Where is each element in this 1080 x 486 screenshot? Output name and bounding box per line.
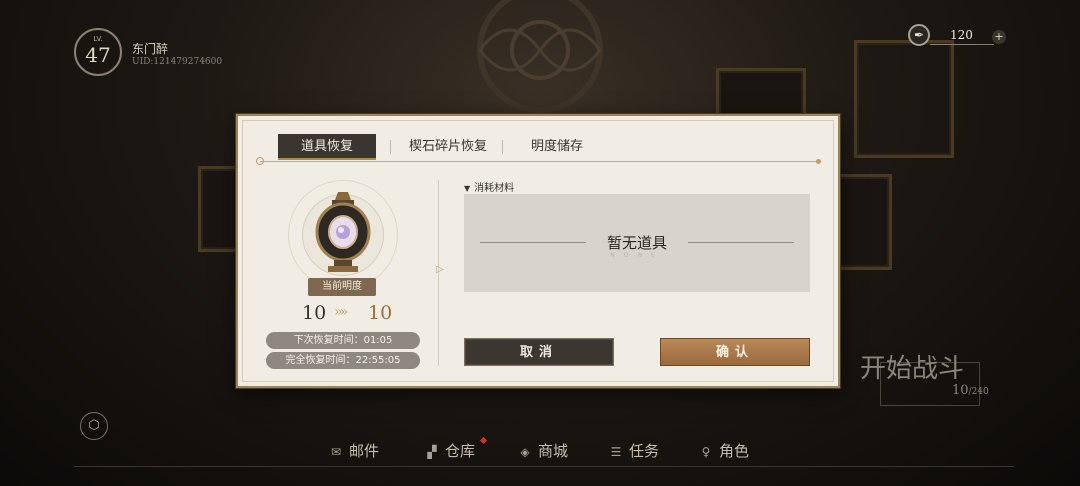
brightness-values: 10 »» 10: [278, 302, 408, 326]
nav-label-character: 角色: [719, 442, 750, 460]
nav-item-tasks[interactable]: ☰ 任务: [608, 438, 659, 464]
warehouse-icon: ▞: [427, 445, 437, 459]
character-icon: ♀: [701, 445, 711, 459]
tab-underline: [260, 161, 820, 162]
stamina-current: 10: [952, 383, 969, 398]
add-currency-button[interactable]: +: [992, 30, 1006, 44]
level-ring: LV. 47: [74, 28, 122, 76]
player-uid: UID:121479274600: [132, 57, 223, 67]
tab-item-restore[interactable]: 道具恢复: [278, 134, 376, 160]
nav-item-mail[interactable]: ✉ 邮件: [328, 438, 379, 464]
nav-label-mail: 邮件: [349, 442, 380, 460]
nav-item-warehouse[interactable]: ▞ 仓库: [424, 438, 475, 464]
currency-display: ✒ 120 +: [908, 24, 1008, 48]
tab-divider: [390, 140, 391, 154]
materials-empty-box: 暂无道具 NONE: [464, 194, 810, 292]
tab-divider: [502, 140, 503, 154]
dice-icon[interactable]: ⬡: [80, 412, 108, 440]
player-name: 东门醉: [132, 42, 169, 56]
nav-label-tasks: 任务: [629, 442, 660, 460]
materials-label-text: 消耗材料: [474, 183, 515, 194]
nav-label-warehouse: 仓库: [445, 442, 476, 460]
full-recover-time: 完全恢复时间：22:55:05: [266, 352, 420, 369]
nav-label-shop: 商城: [538, 442, 569, 460]
nav-item-character[interactable]: ♀ 角色: [698, 438, 749, 464]
start-battle-button[interactable]: 开始战斗 10/240: [858, 348, 1018, 408]
tab-brightness-storage[interactable]: 明度储存: [514, 134, 600, 160]
level-value: 47: [85, 43, 111, 67]
play-arrow-icon: ▷: [436, 264, 444, 275]
current-brightness-badge: 当前明度: [308, 278, 376, 296]
restore-dialog: 道具恢复 楔石碎片恢复 明度储存 当前明度 10 »» 10 下次恢复时间：01…: [236, 114, 840, 388]
ornament-decoration: [477, 0, 603, 113]
lamp-icon: [315, 192, 371, 272]
currency-underline: [930, 44, 994, 45]
shop-icon: ◈: [520, 445, 530, 459]
empty-items-text: 暂无道具: [606, 234, 667, 252]
tab-shard-restore[interactable]: 楔石碎片恢复: [396, 134, 500, 160]
cancel-button[interactable]: 取消: [464, 338, 614, 366]
currency-value: 120: [950, 28, 973, 42]
diamond-bullet-icon: ▼: [464, 184, 471, 193]
tab-line-end-ornament: [816, 159, 821, 164]
level-label: LV.: [93, 35, 103, 43]
target-brightness-value: 10: [368, 302, 393, 324]
stamina-count: 10/240: [952, 383, 989, 398]
bottom-nav: ✉ 邮件 ▞ 仓库 ◈ 商城 ☰ 任务 ♀ 角色: [0, 438, 1080, 466]
confirm-button[interactable]: 确认: [660, 338, 810, 366]
stamina-max: /240: [968, 387, 989, 397]
current-brightness-value: 10: [302, 302, 327, 324]
start-battle-label: 开始战斗: [860, 354, 965, 384]
mail-icon: ✉: [330, 445, 342, 459]
nav-baseline: [74, 466, 1014, 467]
quill-icon: ✒: [908, 24, 930, 46]
double-chevron-icon: »»: [334, 304, 348, 320]
wall-frame-far-right: [854, 40, 954, 158]
lamp-display: [288, 180, 398, 290]
next-recover-time: 下次恢复时间：01:05: [266, 332, 420, 349]
wall-frame-right: [834, 174, 892, 270]
empty-items-subtext: NONE: [610, 252, 664, 259]
materials-label: ▼ 消耗材料: [464, 179, 514, 194]
task-icon: ☰: [610, 445, 622, 459]
nav-item-shop[interactable]: ◈ 商城: [517, 438, 568, 464]
